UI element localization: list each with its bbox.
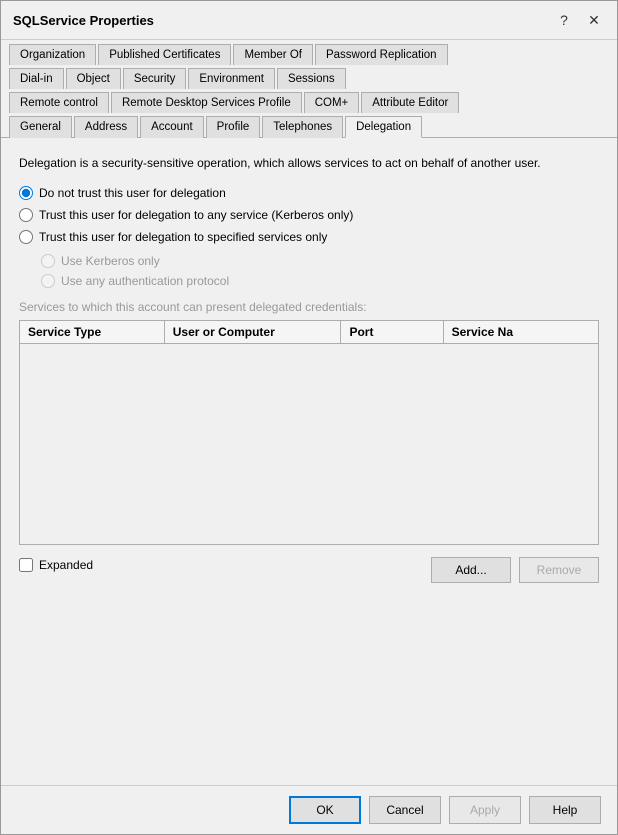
help-footer-button[interactable]: Help: [529, 796, 601, 824]
radio-no-trust-label: Do not trust this user for delegation: [39, 186, 226, 200]
remove-button[interactable]: Remove: [519, 557, 599, 583]
sub-radio-kerberos-input[interactable]: [41, 254, 55, 268]
tab-sessions[interactable]: Sessions: [277, 68, 346, 89]
radio-specified-label: Trust this user for delegation to specif…: [39, 230, 327, 244]
services-table: Service Type User or Computer Port Servi…: [19, 320, 599, 545]
title-bar: SQLService Properties ? ✕: [1, 1, 617, 40]
radio-any-service-input[interactable]: [19, 208, 33, 222]
tab-account[interactable]: Account: [140, 116, 204, 138]
sub-radio-kerberos[interactable]: Use Kerberos only: [41, 254, 599, 268]
services-label: Services to which this account can prese…: [19, 300, 599, 314]
sub-radio-any-auth-input[interactable]: [41, 274, 55, 288]
tab-environment[interactable]: Environment: [188, 68, 275, 89]
tab-rdp-profile[interactable]: Remote Desktop Services Profile: [111, 92, 302, 113]
dialog-title: SQLService Properties: [13, 13, 154, 28]
tab-remote-control[interactable]: Remote control: [9, 92, 109, 113]
table-body: [20, 344, 598, 544]
col-header-user-computer: User or Computer: [165, 321, 342, 343]
help-button[interactable]: ?: [553, 9, 575, 31]
tab-row-2: Dial-in Object Security Environment Sess…: [9, 64, 609, 89]
radio-specified-services-input[interactable]: [19, 230, 33, 244]
apply-button[interactable]: Apply: [449, 796, 521, 824]
footer: OK Cancel Apply Help: [1, 785, 617, 834]
radio-no-trust-input[interactable]: [19, 186, 33, 200]
radio-any-service[interactable]: Trust this user for delegation to any se…: [19, 208, 599, 222]
col-header-port: Port: [341, 321, 443, 343]
description-text: Delegation is a security-sensitive opera…: [19, 154, 599, 172]
table-header-row: Service Type User or Computer Port Servi…: [20, 321, 598, 344]
sub-radio-any-auth[interactable]: Use any authentication protocol: [41, 274, 599, 288]
radio-specified-services[interactable]: Trust this user for delegation to specif…: [19, 230, 599, 244]
tab-row-3: Remote control Remote Desktop Services P…: [9, 88, 609, 113]
radio-no-trust[interactable]: Do not trust this user for delegation: [19, 186, 599, 200]
add-button[interactable]: Add...: [431, 557, 511, 583]
expanded-label: Expanded: [39, 558, 93, 572]
tab-row-1: Organization Published Certificates Memb…: [9, 40, 609, 65]
tab-attribute-editor[interactable]: Attribute Editor: [361, 92, 459, 113]
tab-delegation[interactable]: Delegation: [345, 116, 422, 138]
close-button[interactable]: ✕: [583, 9, 605, 31]
content-area: Delegation is a security-sensitive opera…: [1, 138, 617, 785]
expanded-row: Expanded: [19, 558, 93, 572]
tabs-container: Organization Published Certificates Memb…: [1, 40, 617, 138]
sub-radio-kerberos-label: Use Kerberos only: [61, 254, 160, 268]
col-header-service-type: Service Type: [20, 321, 165, 343]
tab-member-of[interactable]: Member Of: [233, 44, 313, 65]
tab-telephones[interactable]: Telephones: [262, 116, 343, 138]
cancel-button[interactable]: Cancel: [369, 796, 441, 824]
tab-security[interactable]: Security: [123, 68, 187, 89]
tab-address[interactable]: Address: [74, 116, 138, 138]
tab-profile[interactable]: Profile: [206, 116, 261, 138]
title-bar-controls: ? ✕: [553, 9, 605, 31]
expanded-checkbox[interactable]: [19, 558, 33, 572]
tab-object[interactable]: Object: [66, 68, 121, 89]
col-header-service-name: Service Na: [444, 321, 598, 343]
tab-organization[interactable]: Organization: [9, 44, 96, 65]
dialog-window: SQLService Properties ? ✕ Organization P…: [0, 0, 618, 835]
tab-dial-in[interactable]: Dial-in: [9, 68, 64, 89]
sub-radio-any-auth-label: Use any authentication protocol: [61, 274, 229, 288]
delegation-radio-group: Do not trust this user for delegation Tr…: [19, 186, 599, 244]
radio-any-service-label: Trust this user for delegation to any se…: [39, 208, 353, 222]
tab-row-4: General Address Account Profile Telephon…: [9, 112, 609, 138]
tab-password-replication[interactable]: Password Replication: [315, 44, 448, 65]
kerberos-options: Use Kerberos only Use any authentication…: [41, 254, 599, 288]
ok-button[interactable]: OK: [289, 796, 361, 824]
tab-com-plus[interactable]: COM+: [304, 92, 360, 113]
tab-published-certificates[interactable]: Published Certificates: [98, 44, 231, 65]
tab-general[interactable]: General: [9, 116, 72, 138]
table-action-buttons: Add... Remove: [431, 557, 599, 583]
